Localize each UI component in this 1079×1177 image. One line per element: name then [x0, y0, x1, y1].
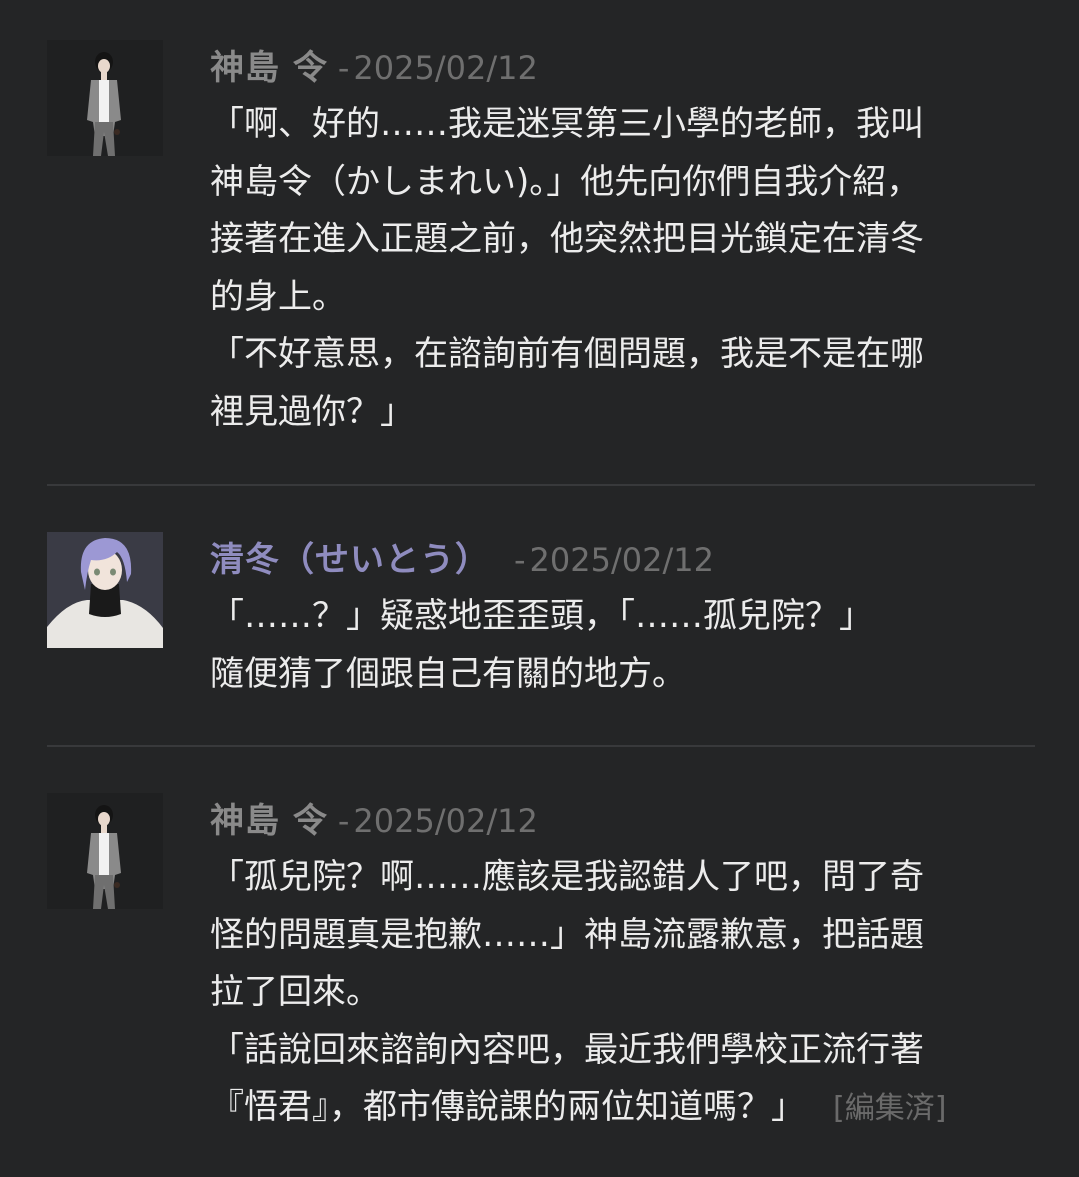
- message-line: 隨便猜了個跟自己有關的地方。: [210, 653, 686, 694]
- post-body: 神島 令 -2025/02/12 「孤兒院？啊……應該是我認錯人了吧，問了奇 怪的…: [210, 793, 1035, 1137]
- post-date: 2025/02/12: [529, 541, 714, 579]
- post-date: 2025/02/12: [353, 49, 538, 87]
- man-figure-icon: [47, 793, 163, 909]
- message-line: 怪的問題真是抱歉……」神島流露歉意，把話題: [210, 914, 924, 955]
- avatar-kashima[interactable]: [47, 793, 163, 909]
- message-line: 接著在進入正題之前，他突然把目光鎖定在清冬: [210, 219, 924, 259]
- edited-tag: [編集済]: [833, 1091, 947, 1126]
- message-line: 『悟君』，都市傳說課的兩位知道嗎？」 [編集済]: [210, 1079, 1035, 1137]
- message-line: 「不好意思，在諮詢前有個問題，我是不是在哪: [210, 334, 924, 374]
- post-body: 清冬（せいとう） -2025/02/12 「……？」疑惑地歪歪頭，「……孤兒院？」…: [210, 532, 1035, 703]
- avatar-kashima[interactable]: [47, 40, 163, 156]
- message-line: 裡見過你？」: [210, 391, 414, 432]
- post-divider: [47, 745, 1035, 747]
- message-line: 「……？」疑惑地歪歪頭，「……孤兒院？」: [210, 596, 873, 636]
- date-separator: -: [337, 49, 350, 87]
- message-line: 「話說回來諮詢內容吧，最近我們學校正流行著: [210, 1029, 924, 1070]
- post-body: 神島 令 -2025/02/12 「啊、好的……我是迷冥第三小學的老師，我叫 神島…: [210, 40, 1035, 441]
- man-figure-icon: [47, 40, 163, 156]
- post-header: 神島 令 -2025/02/12: [210, 793, 1035, 849]
- message-text: 「孤兒院？啊……應該是我認錯人了吧，問了奇 怪的問題真是抱歉……」神島流露歉意，…: [210, 849, 1035, 1137]
- post-date: 2025/02/12: [353, 802, 538, 840]
- message-line: 「孤兒院？啊……應該是我認錯人了吧，問了奇: [210, 857, 924, 897]
- author-name[interactable]: 清冬（せいとう）: [210, 540, 490, 580]
- author-name[interactable]: 神島 令: [210, 801, 328, 841]
- author-name[interactable]: 神島 令: [210, 48, 328, 88]
- message-feed: 神島 令 -2025/02/12 「啊、好的……我是迷冥第三小學的老師，我叫 神島…: [0, 0, 1079, 1177]
- date-separator: -: [514, 541, 526, 579]
- message-text: 「……？」疑惑地歪歪頭，「……孤兒院？」 隨便猜了個跟自己有關的地方。: [210, 588, 1035, 703]
- avatar-seito[interactable]: [47, 532, 163, 648]
- lavender-hair-character-icon: [47, 532, 163, 648]
- post-divider: [47, 484, 1035, 486]
- post-header: 神島 令 -2025/02/12: [210, 40, 1035, 96]
- message-line: 神島令（かしまれい)。」他先向你們自我介紹，: [210, 161, 921, 202]
- message-line: 「啊、好的……我是迷冥第三小學的老師，我叫: [210, 104, 924, 144]
- date-separator: -: [337, 802, 350, 840]
- message-line: 的身上。: [210, 276, 346, 317]
- post-header: 清冬（せいとう） -2025/02/12: [210, 532, 1035, 588]
- message-line: 拉了回來。: [210, 972, 380, 1012]
- message-text: 「啊、好的……我是迷冥第三小學的老師，我叫 神島令（かしまれい)。」他先向你們自…: [210, 96, 1035, 441]
- message-line-text: 『悟君』，都市傳說課的兩位知道嗎？」: [210, 1087, 805, 1127]
